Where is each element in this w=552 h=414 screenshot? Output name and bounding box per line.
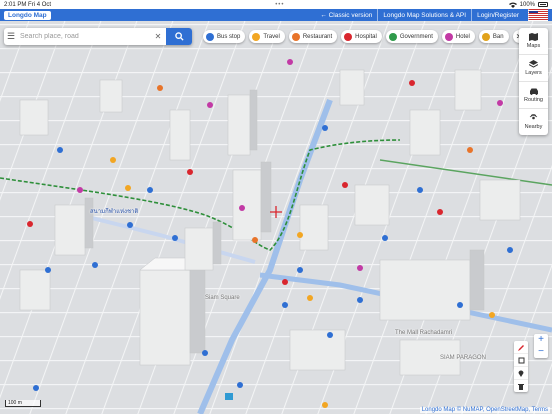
map-label-paragon: SIAM PARAGON (440, 355, 486, 361)
language-flag-icon[interactable] (528, 9, 548, 21)
chip-hospital[interactable]: Hospital (341, 30, 382, 43)
multitask-dots[interactable]: ••• (275, 2, 284, 8)
hospital-icon (344, 32, 353, 41)
car-icon (529, 88, 538, 95)
pin-tool[interactable] (514, 367, 528, 380)
travel-icon (252, 32, 261, 41)
search-icon (174, 32, 184, 41)
side-label: Layers (525, 70, 542, 76)
restaurant-icon (291, 32, 300, 41)
zoom-out-button[interactable]: − (534, 346, 548, 358)
area-icon (518, 357, 524, 363)
chip-label: Bus stop (217, 33, 241, 40)
battery-icon (538, 2, 548, 7)
category-chips: Bus stop Travel Restaurant Hospital Gove… (203, 30, 527, 43)
zoom-in-button[interactable]: + (534, 334, 548, 346)
top-bar: Longdo Map ← Classic version Longdo Map … (0, 9, 552, 21)
map-attribution: Longdo Map © NuMAP, OpenStreetMap, Terms (419, 407, 550, 413)
nearby-icon (529, 114, 538, 120)
solutions-api-link[interactable]: Longdo Map Solutions & API (377, 9, 471, 21)
map-label-stadium: สนามกีฬาแห่งชาติ (90, 209, 139, 215)
side-label: Maps (526, 43, 541, 49)
bank-icon (481, 32, 490, 41)
attribution-sources[interactable]: © NuMAP, OpenStreetMap, Terms (457, 407, 548, 413)
chip-label: Government (399, 33, 433, 40)
wifi-icon (508, 2, 517, 8)
menu-icon[interactable]: ☰ (4, 31, 18, 42)
chip-government[interactable]: Government (385, 30, 438, 43)
chip-bus-stop[interactable]: Bus stop (203, 30, 246, 43)
login-register-link[interactable]: Login/Register (471, 9, 524, 21)
chip-label: Ban (492, 33, 504, 40)
side-label: Nearby (524, 124, 543, 130)
government-icon (388, 32, 397, 41)
layers-icon (529, 60, 538, 68)
side-panel: Maps Layers Routing Nearby (519, 28, 548, 135)
measure-tool[interactable] (514, 354, 528, 367)
draw-tool[interactable] (514, 341, 528, 354)
chip-travel[interactable]: Travel (249, 30, 285, 43)
battery-percent: 100% (519, 1, 535, 8)
pin-icon (518, 370, 524, 377)
layers-button[interactable]: Layers (519, 55, 548, 82)
nearby-button[interactable]: Nearby (519, 109, 548, 135)
pencil-icon (517, 344, 524, 351)
search-button[interactable] (166, 28, 192, 45)
status-right: 100% (508, 1, 548, 8)
search-box: ☰ ✕ (4, 28, 192, 45)
zoom-control: + − (534, 334, 548, 358)
trash-icon (518, 383, 524, 390)
maps-button[interactable]: Maps (519, 28, 548, 55)
chip-hotel[interactable]: Hotel (441, 30, 475, 43)
clear-icon[interactable]: ✕ (153, 32, 163, 41)
chip-label: Hospital (355, 33, 377, 40)
top-links: ← Classic version Longdo Map Solutions &… (315, 9, 552, 21)
chip-label: Restaurant (302, 33, 333, 40)
chip-label: Hotel (455, 33, 470, 40)
map-label-mall: The Mall Rachadamri (395, 330, 453, 336)
scale-bar: 100 m (5, 400, 41, 407)
status-time: 2:01 PM Fri 4 Oct (4, 1, 52, 8)
chip-bank[interactable]: Ban (478, 30, 509, 43)
side-label: Routing (524, 96, 543, 103)
routing-button[interactable]: Routing (519, 82, 548, 109)
bus-icon (206, 32, 214, 41)
longdo-logo[interactable]: Longdo Map (4, 10, 51, 20)
map-icon (529, 33, 538, 41)
status-bar: 2:01 PM Fri 4 Oct ••• 100% (0, 0, 552, 9)
chip-label: Travel (263, 33, 280, 40)
chip-restaurant[interactable]: Restaurant (288, 30, 338, 43)
search-input[interactable] (18, 32, 153, 41)
classic-version-link[interactable]: ← Classic version (315, 9, 377, 21)
attribution-brand[interactable]: Longdo Map (422, 407, 455, 413)
map-label-siam-square: Siam Square (205, 295, 240, 301)
delete-tool[interactable] (514, 380, 528, 392)
hotel-icon (444, 32, 453, 41)
map-tools (514, 341, 528, 392)
